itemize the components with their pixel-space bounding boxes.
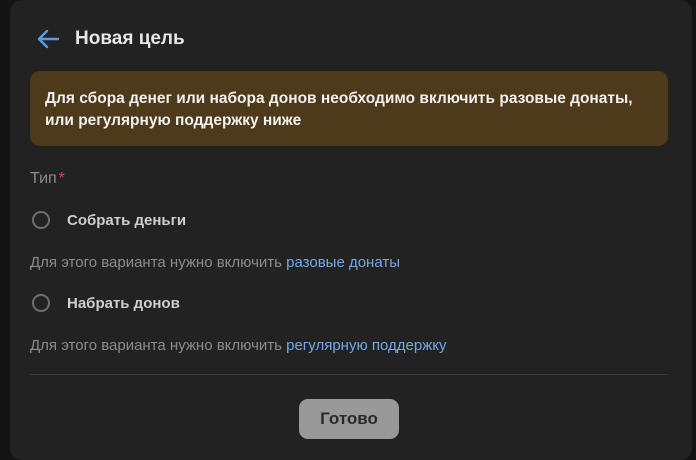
type-field-label: Тип * bbox=[30, 170, 65, 188]
radio-label: Собрать деньги bbox=[67, 211, 187, 229]
header: Новая цель bbox=[34, 22, 185, 56]
arrow-left-icon[interactable] bbox=[34, 25, 62, 53]
required-mark: * bbox=[58, 170, 65, 187]
radio-option-collect-money[interactable]: Собрать деньги bbox=[32, 211, 186, 229]
radio-label: Набрать донов bbox=[67, 294, 180, 312]
page-title: Новая цель bbox=[75, 28, 185, 49]
link-regular-support[interactable]: регулярную поддержку bbox=[286, 337, 446, 354]
radio-option-gather-dons[interactable]: Набрать донов bbox=[32, 294, 180, 312]
hint-text: Для этого варианта нужно включить bbox=[30, 254, 287, 271]
link-one-time-donations[interactable]: разовые донаты bbox=[286, 254, 400, 271]
type-label-text: Тип bbox=[30, 170, 57, 187]
done-button[interactable]: Готово bbox=[299, 399, 399, 439]
hint-text: Для этого варианта нужно включить bbox=[30, 337, 287, 354]
divider bbox=[30, 374, 668, 375]
new-goal-panel: Новая цель Для сбора денег или набора до… bbox=[10, 0, 692, 460]
hint-collect-money: Для этого варианта нужно включить разовы… bbox=[30, 254, 400, 271]
radio-button[interactable] bbox=[32, 211, 50, 229]
warning-banner: Для сбора денег или набора донов необход… bbox=[30, 71, 668, 146]
hint-gather-dons: Для этого варианта нужно включить регуля… bbox=[30, 337, 446, 354]
radio-button[interactable] bbox=[32, 294, 50, 312]
